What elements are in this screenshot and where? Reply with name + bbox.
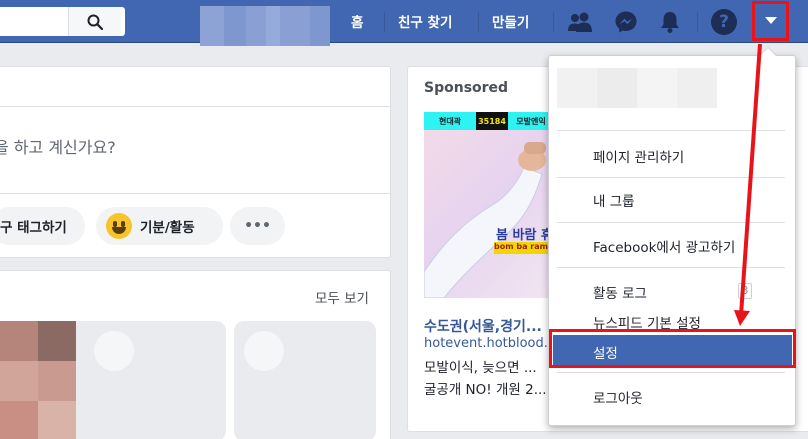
ad-title-link[interactable]: 수도권(서울,경기... (424, 316, 542, 336)
ad-person-arm-illustration (424, 142, 546, 298)
story-placeholder[interactable] (84, 321, 226, 439)
top-navigation-bar: 홈 친구 찾기 만들기 ? (0, 0, 808, 46)
nav-find-friends-link[interactable]: 친구 찾기 (398, 11, 452, 31)
see-all-link[interactable]: 모두 보기 (315, 287, 369, 307)
friend-requests-button[interactable] (566, 8, 594, 36)
story-placeholder[interactable] (234, 321, 376, 439)
composer-header-divider (0, 106, 390, 107)
messenger-icon (615, 11, 637, 33)
tag-friends-label: 구 태그하기 (0, 220, 67, 236)
dropdown-divider (557, 130, 785, 131)
nav-divider (553, 12, 554, 32)
nav-create-link[interactable]: 만들기 (492, 11, 529, 31)
nav-divider (384, 12, 385, 32)
tag-friends-button[interactable]: 구 태그하기 (0, 207, 85, 245)
dropdown-divider (557, 267, 785, 268)
feeling-activity-label: 기분/활동 (140, 220, 195, 236)
search-button[interactable] (68, 7, 121, 36)
ad-image[interactable]: 현대곽 35184 모발엔익 봄 바람 휴 bom ba ram h (424, 112, 554, 298)
search-icon (87, 14, 103, 30)
account-menu-button[interactable] (752, 1, 789, 41)
dropdown-divider (557, 372, 785, 373)
question-icon: ? (711, 9, 737, 35)
menu-item-my-groups[interactable]: 내 그룹 (593, 190, 635, 210)
ad-description-line: 굴공개 NO! 개원 2... (424, 382, 547, 398)
sponsored-label: Sponsored (424, 80, 509, 96)
menu-item-advertise[interactable]: Facebook에서 광고하기 (593, 236, 735, 256)
dropdown-caret-fill (760, 48, 776, 56)
story-avatar-placeholder (244, 331, 284, 371)
nav-home-link[interactable]: 홈 (351, 11, 363, 31)
dropdown-divider (557, 177, 785, 178)
ad-url-link[interactable]: hotevent.hotblood... (424, 336, 556, 351)
feeling-activity-button[interactable]: 기분/활동 (96, 207, 223, 245)
ad-subcaption: bom ba ram h (494, 242, 554, 254)
activity-log-badge: 3 (738, 283, 752, 299)
profile-blurred-block[interactable] (200, 6, 340, 46)
settings-highlight-box (549, 329, 796, 368)
story-thumbnail-blurred (0, 321, 76, 439)
ellipsis-icon: ••• (244, 218, 271, 234)
caret-down-icon (764, 17, 777, 24)
menu-item-activity-log[interactable]: 활동 로그 (593, 282, 647, 302)
ad-caption: 봄 바람 휴 (496, 228, 553, 243)
smiley-icon (106, 213, 132, 239)
story-avatar-placeholder (94, 331, 134, 371)
more-options-button[interactable]: ••• (230, 207, 285, 245)
dropdown-profile-blurred[interactable] (557, 68, 717, 108)
menu-item-logout[interactable]: 로그아웃 (593, 387, 643, 407)
menu-item-manage-pages[interactable]: 페이지 관리하기 (593, 146, 684, 166)
composer-divider (0, 193, 390, 194)
nav-divider (478, 12, 479, 32)
bell-icon (661, 12, 679, 33)
dropdown-divider (557, 222, 785, 223)
search-input[interactable] (0, 7, 125, 36)
friends-icon (568, 12, 592, 32)
nav-divider (697, 12, 698, 32)
notifications-button[interactable] (656, 8, 684, 36)
composer-prompt-input[interactable]: 을 하고 계신가요? (0, 134, 116, 158)
messenger-button[interactable] (612, 8, 640, 36)
help-button[interactable]: ? (710, 8, 738, 36)
ad-description-line: 모발이식, 늦으면 ... (424, 360, 537, 376)
